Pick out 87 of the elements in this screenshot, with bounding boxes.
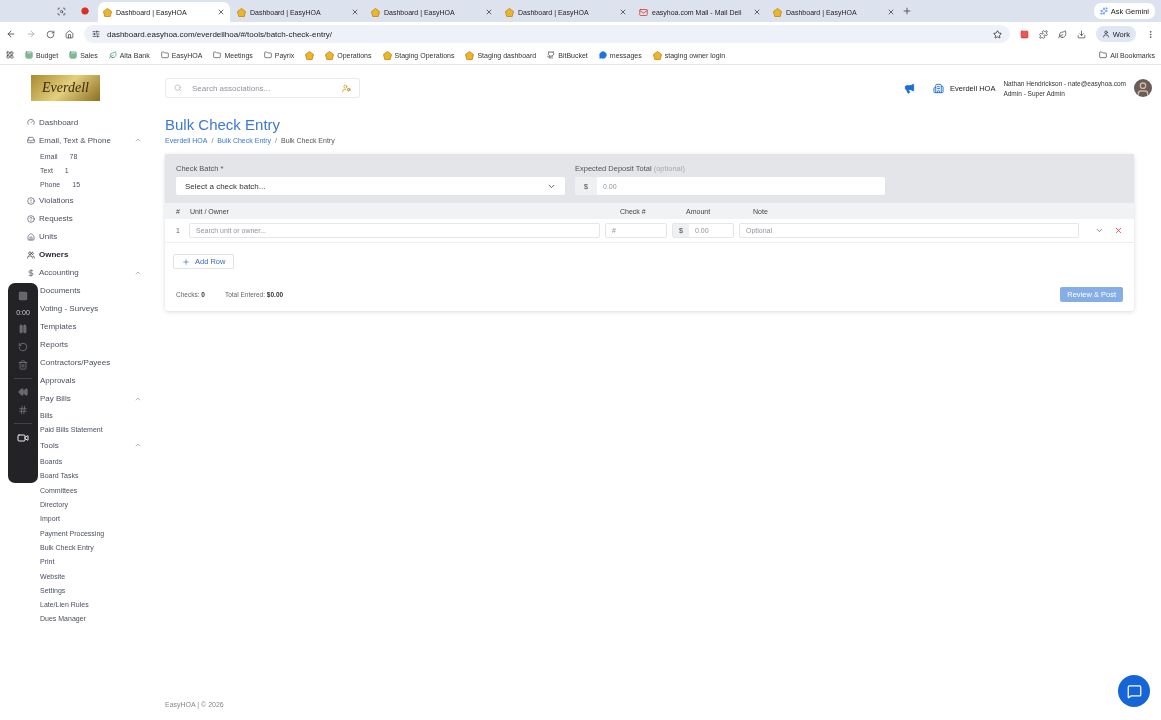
nav-item[interactable]: Accounting — [27, 263, 160, 282]
trash-icon[interactable] — [18, 360, 28, 370]
folder-icon — [213, 51, 222, 59]
avatar[interactable] — [1134, 79, 1152, 97]
delete-icon[interactable] — [1114, 226, 1123, 235]
question-icon — [27, 214, 35, 223]
logo: Everdell — [31, 75, 100, 101]
nav-item[interactable]: Requests — [27, 209, 160, 228]
search-input[interactable]: Search associations... — [190, 82, 334, 94]
nav-item[interactable]: Tools — [40, 436, 160, 455]
address-bar[interactable]: dashboard.easyhoa.com/everdellhoa/#/tools/batch-check-entry/ — [84, 25, 1010, 43]
close-icon[interactable] — [351, 8, 359, 16]
nav-item[interactable]: Dashboard — [27, 113, 160, 131]
download-icon[interactable] — [1076, 29, 1086, 39]
reload-icon[interactable] — [46, 29, 55, 39]
folder-icon — [1099, 51, 1108, 59]
close-icon[interactable] — [619, 8, 627, 16]
search-field[interactable]: Search associations... — [165, 78, 360, 98]
plus-icon — [182, 257, 190, 266]
menu-icon[interactable] — [1146, 29, 1155, 39]
sheet-icon — [69, 51, 78, 59]
megaphone-icon[interactable] — [903, 82, 915, 94]
camera-icon[interactable] — [17, 432, 29, 444]
nav-item[interactable]: Contractors/Payees — [40, 353, 160, 372]
chat-icon — [1126, 683, 1142, 699]
chat-button[interactable] — [1118, 675, 1150, 707]
dollar-icon — [27, 268, 35, 277]
grid-icon[interactable] — [18, 405, 28, 415]
check-batch-select[interactable]: Select a check batch... — [176, 177, 565, 195]
site-favicon-icon — [371, 7, 380, 17]
alert-icon — [27, 196, 35, 205]
nav-item[interactable]: Owners — [27, 245, 160, 264]
sparkle-icon — [1099, 7, 1108, 15]
site-favicon-icon — [773, 7, 782, 17]
site-favicon-icon — [382, 50, 392, 60]
close-icon[interactable] — [485, 8, 493, 16]
person-icon — [1135, 81, 1151, 97]
apps-icon[interactable] — [6, 51, 14, 59]
star-icon[interactable] — [992, 29, 1002, 39]
extension-icon[interactable] — [1019, 29, 1029, 39]
puzzle-icon[interactable] — [1038, 29, 1048, 39]
search-icon — [174, 84, 182, 92]
home-icon[interactable] — [65, 29, 74, 39]
nav-item[interactable]: Pay Bills — [40, 389, 160, 408]
site-favicon-icon — [103, 7, 112, 17]
chat-icon — [598, 51, 607, 59]
nav-item[interactable]: Voting - Surveys — [40, 299, 160, 318]
nav-item[interactable]: Email, Text & Phone — [27, 131, 160, 149]
building-icon — [932, 82, 944, 94]
site-favicon-icon — [505, 7, 514, 17]
close-icon[interactable] — [217, 8, 225, 16]
person-icon — [1101, 30, 1110, 38]
user-gear-icon[interactable] — [342, 83, 351, 93]
nav-item[interactable]: Templates — [40, 317, 160, 336]
house-icon — [27, 232, 35, 241]
new-tab-icon[interactable] — [902, 6, 912, 16]
stop-icon[interactable] — [18, 291, 28, 301]
site-favicon-icon — [652, 50, 662, 60]
site-settings-icon[interactable] — [92, 30, 100, 38]
sheet-icon — [25, 51, 33, 59]
gauge-icon — [27, 118, 35, 126]
nav-item[interactable]: Reports — [40, 335, 160, 354]
dark-favicon-icon — [547, 51, 556, 59]
page-title: Bulk Check Entry — [165, 116, 282, 133]
inbox-icon — [27, 136, 35, 144]
close-icon[interactable] — [753, 8, 761, 16]
mail-icon — [639, 7, 648, 17]
site-favicon-icon — [237, 7, 246, 17]
url-text: dashboard.easyhoa.com/everdellhoa/#/tools/batch-check-entry/ — [107, 29, 334, 39]
folder-icon — [160, 51, 169, 59]
rewind-icon[interactable] — [18, 387, 28, 397]
people-icon — [27, 250, 35, 259]
pause-icon[interactable] — [18, 324, 28, 334]
nav-item[interactable]: Documents — [40, 281, 160, 300]
site-favicon-icon — [465, 50, 475, 60]
extension-icon[interactable] — [1057, 29, 1067, 39]
nav-item[interactable]: Units — [27, 227, 160, 246]
record-icon[interactable] — [81, 7, 89, 15]
nav-item[interactable]: Approvals — [40, 371, 160, 390]
close-icon[interactable] — [887, 8, 895, 16]
search-icon[interactable] — [56, 6, 66, 16]
chevron-down-icon[interactable] — [1095, 226, 1104, 235]
back-icon[interactable] — [6, 29, 16, 39]
nav-item[interactable]: Violations — [27, 191, 160, 210]
leaf-icon — [108, 51, 117, 59]
folder-icon — [263, 51, 272, 59]
restart-icon[interactable] — [18, 342, 28, 352]
